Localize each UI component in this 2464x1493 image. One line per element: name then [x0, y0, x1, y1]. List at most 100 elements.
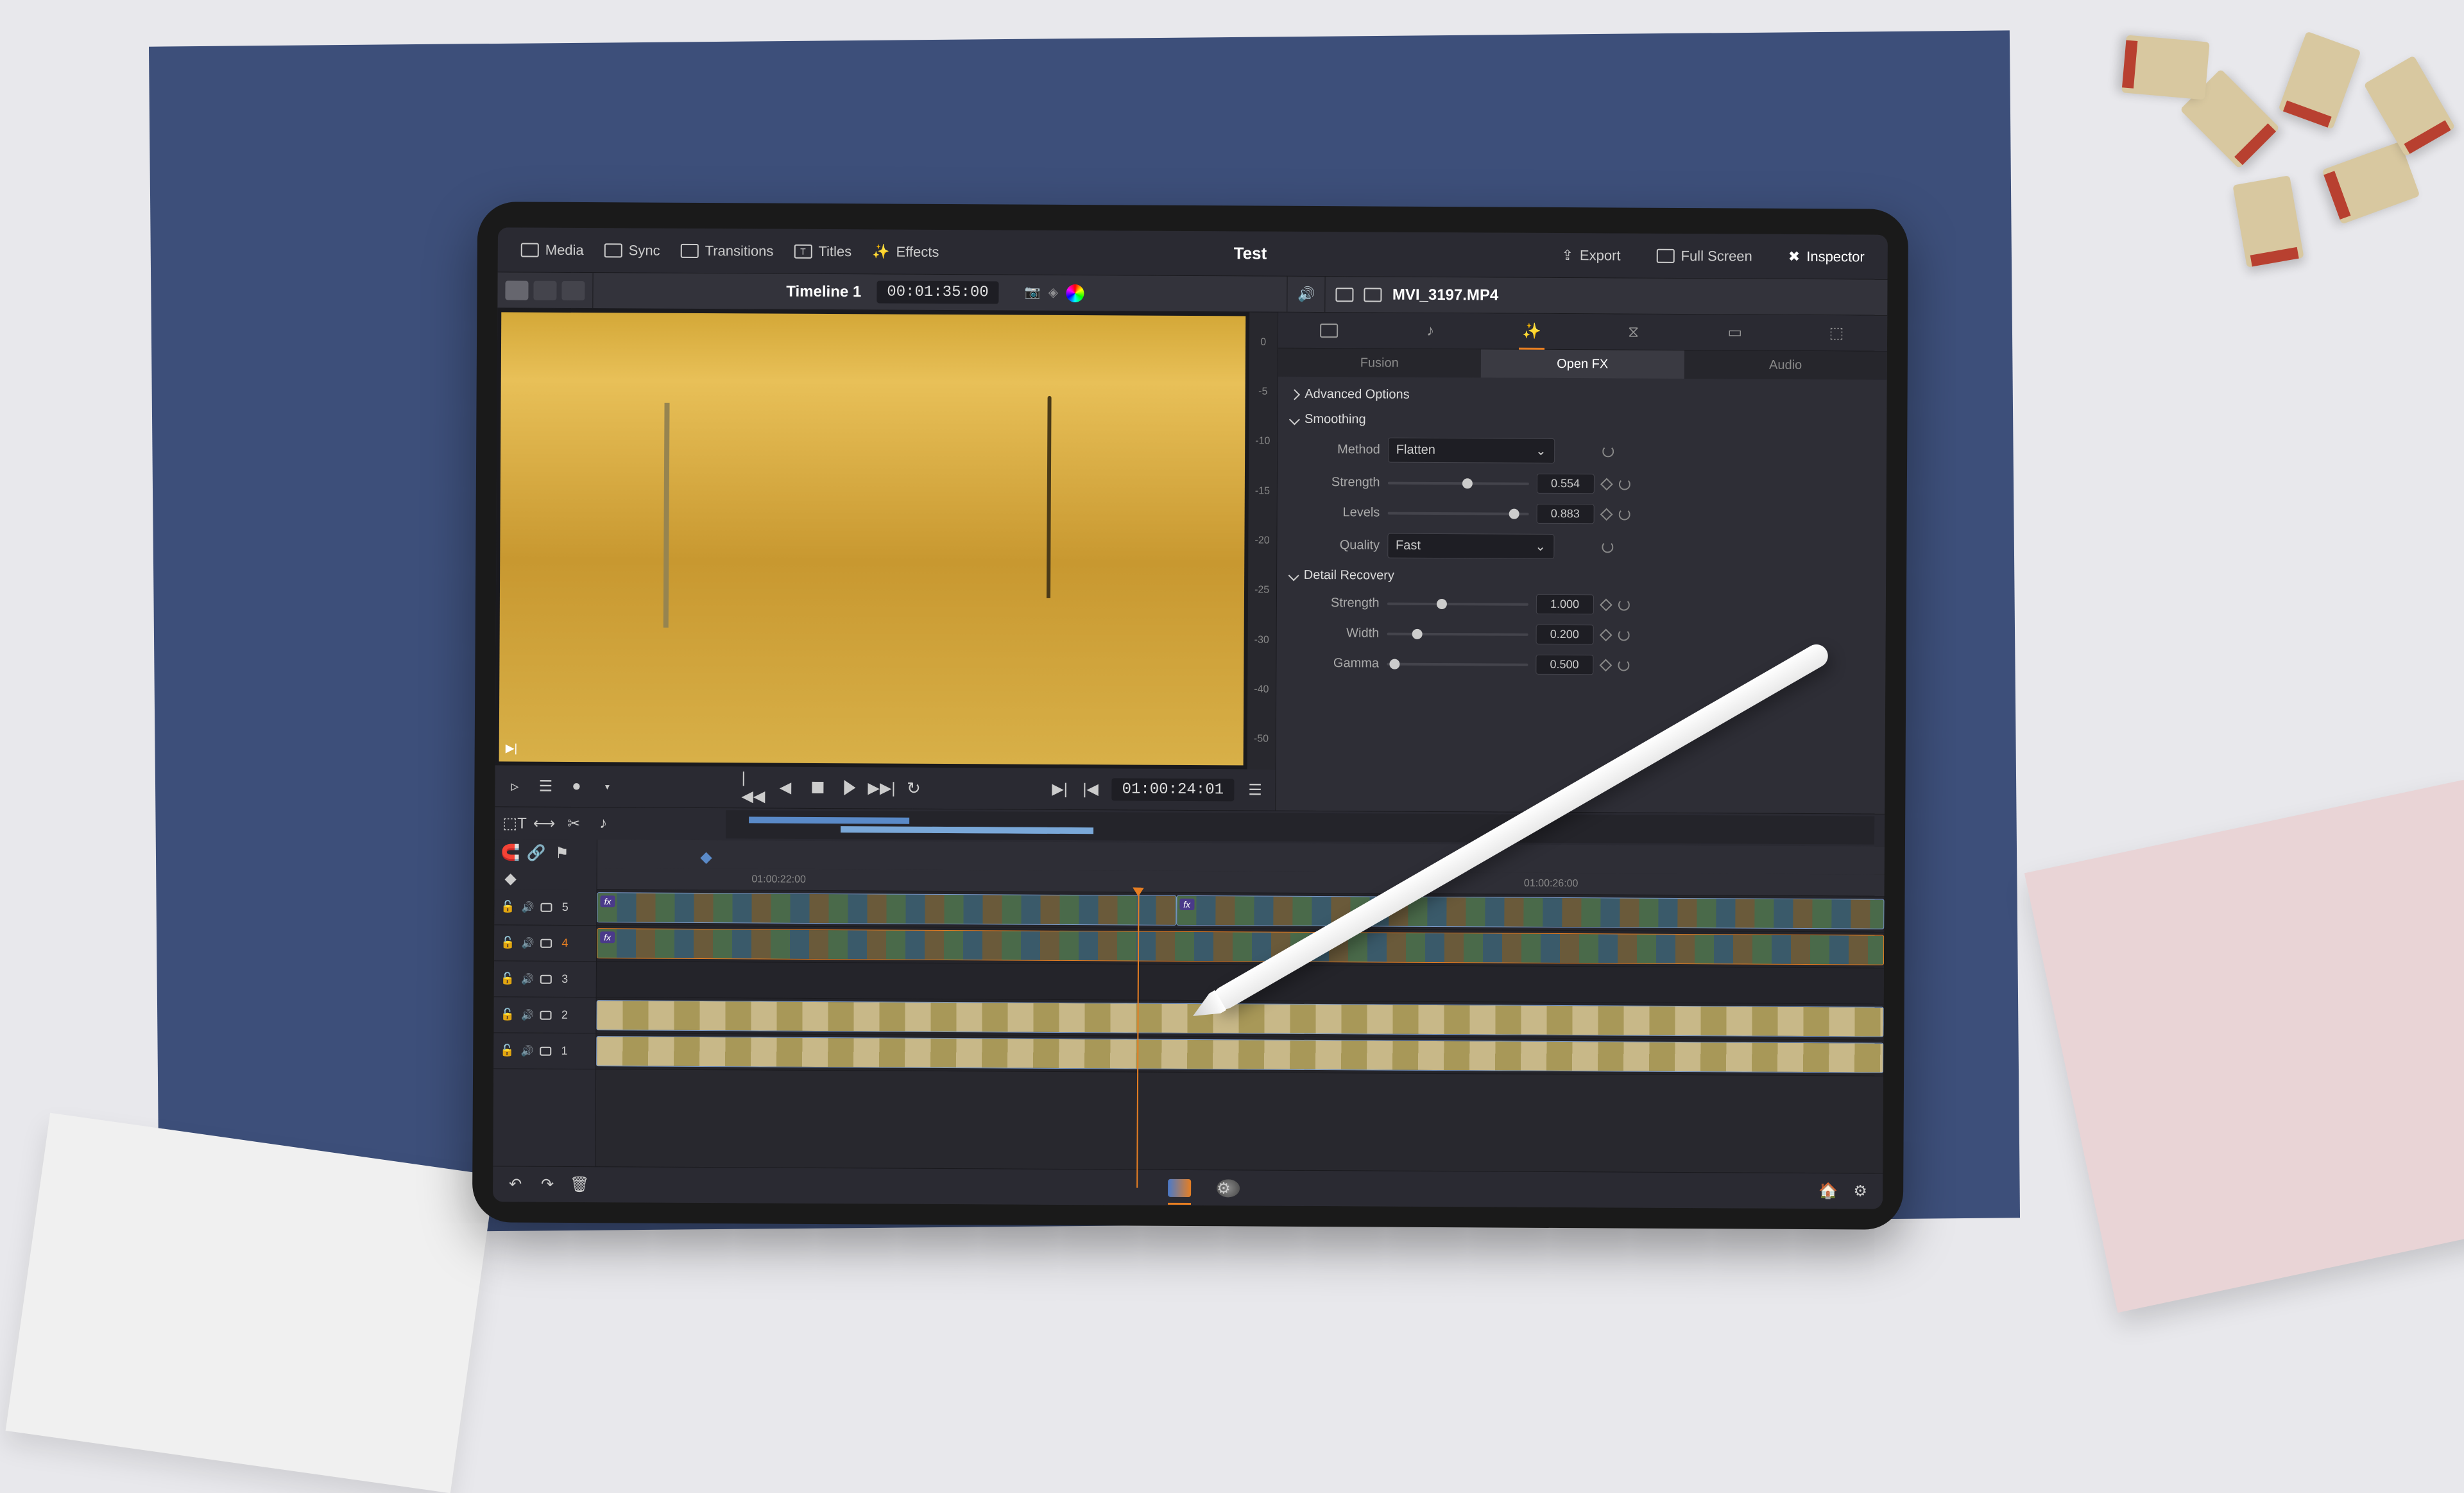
clip-metadata-icon[interactable] — [1364, 288, 1382, 302]
clip[interactable] — [596, 1000, 1883, 1037]
track-lanes[interactable]: fx fx fx — [595, 890, 1884, 1173]
play-button[interactable] — [840, 778, 859, 797]
track-header-3[interactable]: 3 — [494, 961, 596, 997]
quality-dropdown[interactable]: Fast ⌄ — [1387, 533, 1554, 559]
detail-gamma-slider[interactable] — [1387, 662, 1528, 666]
keyframe-button[interactable] — [1600, 478, 1613, 490]
section-advanced-options[interactable]: Advanced Options — [1290, 382, 1874, 410]
media-button[interactable]: Media — [511, 236, 594, 264]
levels-slider[interactable] — [1387, 512, 1528, 515]
tool-adjust[interactable]: ☰ — [536, 777, 555, 796]
scope-icon[interactable]: ◈ — [1048, 284, 1059, 302]
tab-effects-icon[interactable]: ✨ — [1519, 318, 1544, 344]
lock-icon[interactable] — [500, 1044, 515, 1057]
clip-selected[interactable]: fx — [597, 928, 1884, 965]
subtab-openfx[interactable]: Open FX — [1481, 349, 1684, 379]
link-button[interactable]: 🔗 — [527, 843, 546, 863]
sync-button[interactable]: Sync — [594, 237, 671, 264]
detail-strength-slider[interactable] — [1387, 602, 1528, 605]
video-icon[interactable] — [540, 1010, 552, 1019]
export-button[interactable]: ⇪ Export — [1551, 241, 1630, 269]
keyframe-button[interactable] — [1599, 659, 1612, 671]
arrow-tool[interactable]: ⬚T — [505, 813, 524, 833]
detail-width-value[interactable]: 0.200 — [1536, 625, 1593, 644]
detail-width-slider[interactable] — [1387, 632, 1528, 635]
strength-value[interactable]: 0.554 — [1536, 474, 1594, 494]
mute-icon[interactable] — [521, 1008, 534, 1022]
tab-video-icon[interactable] — [1316, 318, 1342, 343]
inspector-body[interactable]: Advanced Options Smoothing Method Flatte… — [1276, 377, 1887, 814]
lock-icon[interactable] — [500, 1008, 515, 1021]
viewer-preview[interactable]: ▶| — [499, 312, 1245, 765]
subtab-audio[interactable]: Audio — [1684, 350, 1887, 380]
reset-button[interactable] — [1618, 659, 1629, 671]
track-lane-1[interactable] — [596, 1033, 1883, 1076]
tool-pointer[interactable]: ▹ — [505, 776, 524, 795]
lock-icon[interactable] — [501, 900, 515, 913]
reset-button[interactable] — [1618, 508, 1630, 520]
subtab-fusion[interactable]: Fusion — [1278, 349, 1481, 378]
color-wheel-icon[interactable] — [1066, 284, 1084, 302]
view-mode-filmstrip[interactable] — [561, 280, 585, 300]
trim-tool[interactable]: ⟷ — [535, 814, 554, 833]
tab-audio-icon[interactable]: ♪ — [1417, 318, 1443, 343]
video-icon[interactable] — [541, 902, 552, 911]
view-mode-dual[interactable] — [533, 280, 556, 300]
mute-icon[interactable] — [521, 1044, 534, 1058]
reset-button[interactable] — [1602, 541, 1613, 553]
marker-button[interactable]: ◆ — [501, 868, 520, 888]
go-in-button[interactable]: ▶| — [1050, 779, 1070, 798]
in-point-icon[interactable]: ▶| — [506, 741, 518, 755]
trash-button[interactable]: 🗑 — [570, 1175, 589, 1194]
reset-button[interactable] — [1618, 478, 1630, 490]
method-dropdown[interactable]: Flatten ⌄ — [1388, 438, 1555, 463]
timeline-duration[interactable]: 00:01:35:00 — [877, 280, 999, 304]
keyframe-button[interactable] — [1599, 628, 1612, 641]
track-lane-2[interactable] — [596, 997, 1883, 1040]
page-color[interactable]: ⚙ — [1217, 1179, 1240, 1197]
levels-value[interactable]: 0.883 — [1536, 504, 1594, 524]
tab-transition-icon[interactable]: ⧖ — [1620, 319, 1646, 345]
track-header-4[interactable]: 4 — [494, 925, 596, 962]
clip[interactable]: fx — [1176, 895, 1885, 929]
snap-button[interactable]: 🧲 — [501, 843, 520, 862]
tab-file-icon[interactable]: ⬚ — [1824, 320, 1849, 346]
redo-button[interactable]: ↷ — [538, 1175, 557, 1194]
timeline-overview[interactable] — [726, 810, 1874, 844]
home-button[interactable]: 🏠 — [1818, 1182, 1838, 1201]
section-detail-recovery[interactable]: Detail Recovery — [1290, 563, 1874, 591]
detail-strength-value[interactable]: 1.000 — [1536, 594, 1593, 614]
track-header-2[interactable]: 2 — [493, 997, 595, 1033]
undo-button[interactable]: ↶ — [506, 1175, 525, 1194]
reset-button[interactable] — [1602, 445, 1614, 457]
section-smoothing[interactable]: Smoothing — [1290, 407, 1874, 435]
track-lane-5[interactable]: fx fx — [597, 890, 1884, 933]
video-icon[interactable] — [540, 1046, 552, 1055]
strength-slider[interactable] — [1388, 481, 1529, 485]
clip[interactable] — [596, 1036, 1883, 1073]
blade-tool[interactable]: ✂ — [564, 814, 583, 833]
page-cut[interactable] — [1168, 1178, 1191, 1196]
step-fwd-button[interactable]: ▶▶| — [872, 778, 891, 797]
clip[interactable]: fx — [597, 892, 1176, 926]
transitions-button[interactable]: Transitions — [671, 237, 784, 264]
effects-button[interactable]: ✨ Effects — [862, 238, 949, 266]
marker-dot[interactable]: ● — [567, 777, 586, 796]
mute-icon[interactable] — [522, 901, 535, 914]
flag-button[interactable]: ⚑ — [552, 843, 572, 863]
loop-button[interactable]: ↻ — [904, 779, 923, 798]
lock-icon[interactable] — [501, 972, 515, 985]
go-out-button[interactable]: |◀ — [1081, 779, 1100, 798]
track-header-1[interactable]: 1 — [493, 1033, 595, 1069]
reset-button[interactable] — [1618, 629, 1629, 641]
speaker-icon[interactable]: 🔊 — [1297, 286, 1315, 302]
step-back-button[interactable]: ◀ — [776, 778, 795, 797]
tab-image-icon[interactable]: ▭ — [1722, 320, 1748, 345]
video-icon[interactable] — [540, 974, 552, 983]
view-mode-single[interactable] — [505, 280, 528, 300]
clip-video-icon[interactable] — [1336, 288, 1354, 302]
viewer-menu[interactable]: ☰ — [1245, 780, 1265, 799]
fullscreen-button[interactable]: Full Screen — [1646, 242, 1762, 270]
marker-icon[interactable]: ◆ — [700, 848, 712, 867]
inspector-button[interactable]: ✖︎ Inspector — [1778, 243, 1875, 270]
